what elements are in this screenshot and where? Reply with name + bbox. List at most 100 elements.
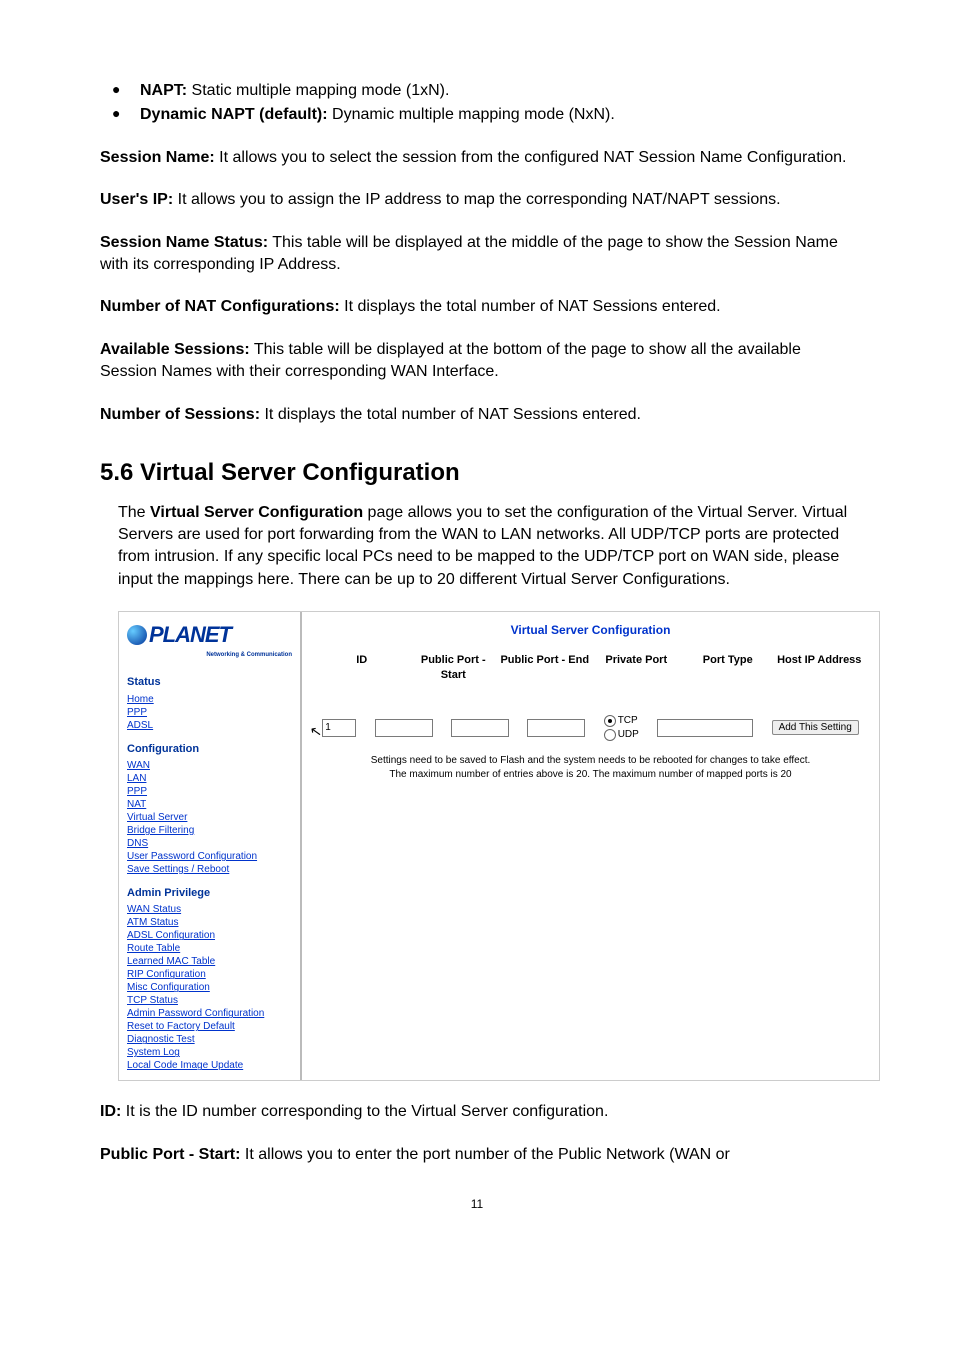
logo-sub: Networking & Communication	[127, 651, 292, 659]
col-port-type: Port Type	[682, 653, 774, 684]
nav-link-virtual-server[interactable]: Virtual Server	[127, 811, 292, 824]
port-type-radios: TCP UDP	[604, 714, 639, 742]
definition-para: ID: It is the ID number corresponding to…	[100, 1101, 854, 1123]
definition-para: Available Sessions: This table will be d…	[100, 339, 854, 384]
nav-link-tcp-status[interactable]: TCP Status	[127, 994, 292, 1007]
col-public-port-start: Public Port - Start	[408, 653, 500, 684]
col-host-ip: Host IP Address	[774, 653, 866, 684]
nav-link-home[interactable]: Home	[127, 693, 292, 706]
nav-group: Configuration WAN LAN PPP NAT Virtual Se…	[127, 742, 292, 876]
sidebar: PLANET Networking & Communication Status…	[119, 612, 302, 1080]
page-number: 11	[100, 1196, 854, 1213]
note-line-1: Settings need to be saved to Flash and t…	[316, 754, 865, 768]
nav-link-ppp[interactable]: PPP	[127, 706, 292, 719]
definition-para: Session Name Status: This table will be …	[100, 232, 854, 277]
nav-link-nat[interactable]: NAT	[127, 798, 292, 811]
logo: PLANET Networking & Communication	[127, 620, 292, 665]
def-label: Session Name:	[100, 149, 215, 166]
definition-para: Number of NAT Configurations: It display…	[100, 296, 854, 318]
def-label: User's IP:	[100, 191, 173, 208]
nav-link-system-log[interactable]: System Log	[127, 1046, 292, 1059]
definition-para: Public Port - Start: It allows you to en…	[100, 1144, 854, 1166]
nav-link-route-table[interactable]: Route Table	[127, 942, 292, 955]
globe-icon	[127, 625, 147, 645]
nav-link-dns[interactable]: DNS	[127, 837, 292, 850]
nav-group: Status Home PPP ADSL	[127, 675, 292, 731]
nav-link-bridge-filtering[interactable]: Bridge Filtering	[127, 824, 292, 837]
definition-para: Session Name: It allows you to select th…	[100, 147, 854, 169]
bullet-list: NAPT: Static multiple mapping mode (1xN)…	[100, 80, 854, 127]
nav-link-wan[interactable]: WAN	[127, 759, 292, 772]
public-port-end-input[interactable]	[451, 719, 509, 737]
note-line-2: The maximum number of entries above is 2…	[316, 768, 865, 782]
radio-label: UDP	[618, 728, 639, 742]
embedded-screenshot-wrap: PLANET Networking & Communication Status…	[100, 611, 854, 1081]
vs-input-row: TCP UDP Add This Setting	[316, 714, 865, 742]
def-label: Public Port - Start:	[100, 1146, 240, 1163]
nav-link-local-code-update[interactable]: Local Code Image Update	[127, 1059, 292, 1072]
nav-link-admin-password[interactable]: Admin Password Configuration	[127, 1007, 292, 1020]
bullet-text: Static multiple mapping mode (1xN).	[187, 82, 449, 99]
panel-title: Virtual Server Configuration	[316, 622, 865, 639]
document-page: NAPT: Static multiple mapping mode (1xN)…	[0, 0, 954, 1243]
public-port-start-input[interactable]	[375, 719, 433, 737]
col-id: ID	[316, 653, 408, 684]
nav-link-misc-config[interactable]: Misc Configuration	[127, 981, 292, 994]
intro-pre: The	[118, 504, 150, 521]
nav-link-ppp[interactable]: PPP	[127, 785, 292, 798]
host-ip-input[interactable]	[657, 719, 753, 737]
radio-dot-icon	[604, 729, 616, 741]
nav-link-lan[interactable]: LAN	[127, 772, 292, 785]
def-text: It displays the total number of NAT Sess…	[260, 406, 641, 423]
radio-dot-icon	[604, 715, 616, 727]
id-input[interactable]	[322, 719, 356, 737]
nav-link-diagnostic[interactable]: Diagnostic Test	[127, 1033, 292, 1046]
nav-title-configuration: Configuration	[127, 742, 292, 757]
definition-para: Number of Sessions: It displays the tota…	[100, 404, 854, 426]
notes: Settings need to be saved to Flash and t…	[316, 754, 865, 782]
nav-link-user-password[interactable]: User Password Configuration	[127, 850, 292, 863]
private-port-input[interactable]	[527, 719, 585, 737]
def-label: Session Name Status:	[100, 234, 268, 251]
bullet-label: NAPT:	[140, 82, 187, 99]
def-label: Number of NAT Configurations:	[100, 298, 340, 315]
definition-para: User's IP: It allows you to assign the I…	[100, 189, 854, 211]
section-intro: The Virtual Server Configuration page al…	[100, 502, 854, 592]
def-text: It allows you to enter the port number o…	[240, 1146, 729, 1163]
bullet-item: NAPT: Static multiple mapping mode (1xN)…	[140, 80, 854, 102]
nav-title-status: Status	[127, 675, 292, 690]
nav-link-save-reboot[interactable]: Save Settings / Reboot	[127, 863, 292, 876]
logo-text: PLANET	[149, 620, 231, 651]
nav-link-atm-status[interactable]: ATM Status	[127, 916, 292, 929]
def-text: It displays the total number of NAT Sess…	[340, 298, 721, 315]
radio-udp[interactable]: UDP	[604, 728, 639, 742]
nav-link-wan-status[interactable]: WAN Status	[127, 903, 292, 916]
radio-label: TCP	[618, 714, 638, 728]
col-private-port: Private Port	[591, 653, 683, 684]
nav-link-learned-mac[interactable]: Learned MAC Table	[127, 955, 292, 968]
embedded-screenshot: PLANET Networking & Communication Status…	[118, 611, 880, 1081]
vs-header-row: ID Public Port - Start Public Port - End…	[316, 653, 865, 684]
main-panel: ↖ Virtual Server Configuration ID Public…	[302, 612, 879, 1080]
def-label: Available Sessions:	[100, 341, 250, 358]
def-label: ID:	[100, 1103, 121, 1120]
col-public-port-end: Public Port - End	[499, 653, 591, 684]
nav-title-admin: Admin Privilege	[127, 886, 292, 901]
radio-tcp[interactable]: TCP	[604, 714, 639, 728]
nav-link-adsl-config[interactable]: ADSL Configuration	[127, 929, 292, 942]
nav-link-reset-factory[interactable]: Reset to Factory Default	[127, 1020, 292, 1033]
add-this-setting-button[interactable]: Add This Setting	[772, 720, 859, 735]
nav-group: Admin Privilege WAN Status ATM Status AD…	[127, 886, 292, 1072]
bullet-text: Dynamic multiple mapping mode (NxN).	[328, 106, 615, 123]
def-text: It allows you to assign the IP address t…	[173, 191, 780, 208]
logo-main: PLANET	[127, 620, 292, 651]
nav-link-rip-config[interactable]: RIP Configuration	[127, 968, 292, 981]
bullet-item: Dynamic NAPT (default): Dynamic multiple…	[140, 104, 854, 126]
bullet-label: Dynamic NAPT (default):	[140, 106, 328, 123]
def-text: It is the ID number corresponding to the…	[121, 1103, 608, 1120]
def-label: Number of Sessions:	[100, 406, 260, 423]
nav-link-adsl[interactable]: ADSL	[127, 719, 292, 732]
intro-bold: Virtual Server Configuration	[150, 504, 363, 521]
def-text: It allows you to select the session from…	[215, 149, 847, 166]
section-heading: 5.6 Virtual Server Configuration	[100, 456, 854, 490]
